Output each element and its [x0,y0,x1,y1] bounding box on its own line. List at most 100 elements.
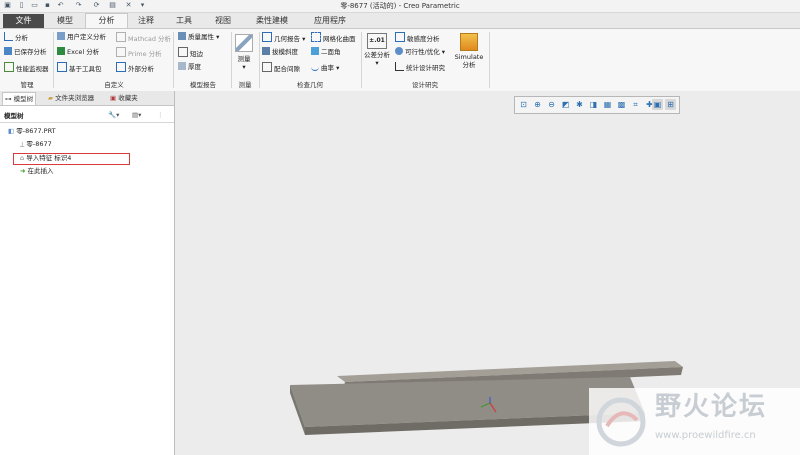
geometry-report-button[interactable]: 几何报告 ▾ [262,32,305,43]
refit-icon[interactable]: ⊡ [518,99,529,110]
tab-model-tree[interactable]: ⊶ 模型树 [2,92,37,105]
tree-item-insert-here[interactable]: ➜ 在此插入 [20,167,54,176]
annotation-display-icon[interactable]: ▣ [652,99,663,110]
thickness-icon [178,62,186,70]
ribbon-tabs: 文件 模型 分析 注释 工具 视图 柔性建模 应用程序 [0,13,800,29]
insert-arrow-icon: ➜ [20,167,28,175]
draft-button[interactable]: 拔模斜度 [262,47,298,58]
performance-monitor-icon [4,62,14,72]
ribbon: 分析 已保存分析 性能监视器 管理 用户定义分析 Excel 分析 基于工具包 … [0,28,800,92]
group-design-study-label: 设计研究 [412,81,438,89]
prime-analysis-button[interactable]: Prime 分析 [116,47,162,58]
group-custom-label: 自定义 [104,81,124,89]
panel-tabs: ⊶ 模型树 ▰ 文件夹浏览器 ▣ 收藏夹 [0,91,174,106]
group-divider [231,32,232,88]
view-toolbar: ⊡ ⊕ ⊖ ◩ ✱ ◨ ▦ ▩ ⌗ ✚ ▣ ⊞ [514,96,680,114]
tab-view[interactable]: 视图 [204,14,242,28]
feasibility-optimization-button[interactable]: 可行性/优化 ▾ [395,47,445,58]
draft-icon [262,47,270,55]
repaint-icon[interactable]: ◩ [560,99,571,110]
saved-analysis-button[interactable]: 已保存分析 [4,47,47,58]
tree-filter-icon[interactable]: ⋮ [157,111,164,120]
group-inspect-geometry-label[interactable]: 检查几何 [260,81,360,90]
tree-item-import-feature[interactable]: ⌂ 导入特征 标识4 [20,154,71,163]
thickness-button[interactable]: 厚度 [178,62,201,73]
saved-orientations-icon[interactable]: ▦ [602,99,613,110]
watermark-title: 野火论坛 [655,392,768,422]
favorites-icon: ▣ [110,94,119,102]
user-defined-analysis-button[interactable]: 用户定义分析 [57,32,106,43]
watermark-logo-icon [596,397,646,447]
tree-settings-icon[interactable]: 🔧▾ [108,111,119,120]
performance-monitor-button[interactable]: 性能监视器 [4,62,49,73]
short-edge-icon [178,47,188,57]
clearance-icon [262,62,272,72]
excel-analysis-button[interactable]: Excel 分析 [57,47,99,58]
tab-model[interactable]: 模型 [47,14,83,28]
curvature-icon [311,62,319,71]
tolerance-analysis-button[interactable]: ±.01 公差分析 ▾ [364,32,390,67]
view-manager-icon[interactable]: ▩ [616,99,627,110]
statistical-design-study-button[interactable]: 统计设计研究 [395,62,445,73]
tab-favorites[interactable]: ▣ 收藏夹 [108,92,140,104]
simulate-analysis-button[interactable]: Simulate 分析 [452,32,486,69]
dihedral-angle-button[interactable]: 二面角 [311,47,341,58]
analysis-icon [4,32,13,41]
external-analysis-button[interactable]: 外部分析 [116,62,154,73]
tab-tools[interactable]: 工具 [166,14,202,28]
simulate-icon [460,33,478,51]
zoom-out-icon[interactable]: ⊖ [546,99,557,110]
tab-applications[interactable]: 应用程序 [302,14,358,28]
tree-show-icon[interactable]: ▤▾ [132,111,141,120]
zoom-in-icon[interactable]: ⊕ [532,99,543,110]
tab-flexible-modeling[interactable]: 柔性建模 [244,14,300,28]
optimization-icon [395,47,403,55]
curvature-button[interactable]: 曲率 ▾ [311,62,339,73]
mathcad-analysis-button[interactable]: Mathcad 分析 [116,32,171,43]
tab-folder-browser[interactable]: ▰ 文件夹浏览器 [46,92,96,104]
external-analysis-icon [116,62,126,72]
mass-properties-button[interactable]: 质量属性 ▾ [178,32,219,43]
header-divider [0,122,174,123]
toolkit-based-button[interactable]: 基于工具包 [57,62,102,73]
model-tree-icon: ⊶ [5,95,14,103]
spin-center-toggle-icon[interactable]: ⊞ [665,99,676,110]
tab-analysis[interactable]: 分析 [85,13,128,29]
tab-file[interactable]: 文件 [3,14,44,28]
perspective-icon[interactable]: ⌗ [630,99,641,110]
prime-icon [116,47,126,57]
title-bar: ▣ ▯ ▭ ▪ ↶ ↷ ⟳ ▤ ✕ ▾ 零-8677 (活动的) - Creo … [0,0,800,13]
measure-button[interactable]: 测量 ▾ [234,32,254,71]
mesh-surface-icon [311,32,321,42]
spin-center-icon[interactable]: ✱ [574,99,585,110]
tree-item-csys[interactable]: ⟂ 零-8677 [20,140,52,149]
group-divider [489,32,490,88]
navigator-panel: ⊶ 模型树 ▰ 文件夹浏览器 ▣ 收藏夹 模型树 🔧▾ ▤▾ ⋮ ◧ 零-867… [0,91,175,455]
mesh-surface-button[interactable]: 网格化曲面 [311,32,356,43]
chevron-down-icon: ▾ [242,63,246,71]
group-manage-label[interactable]: 管理 [2,81,52,90]
part-icon: ◧ [8,127,17,135]
ruler-icon [235,34,253,52]
sensitivity-analysis-button[interactable]: 敏感度分析 [395,32,440,43]
mathcad-icon [116,32,126,42]
statistical-study-icon [395,62,404,71]
watermark: 野火论坛 www.proewildfire.cn [589,388,800,455]
group-model-report-label[interactable]: 模型报告 [176,81,230,90]
chevron-down-icon: ▾ [375,59,379,67]
excel-icon [57,47,65,55]
analysis-button[interactable]: 分析 [4,32,28,43]
tab-annotate[interactable]: 注释 [128,14,164,28]
short-edge-button[interactable]: 短边 [178,47,203,58]
group-divider [361,32,362,88]
user-defined-analysis-icon [57,32,65,40]
dihedral-angle-icon [311,47,319,55]
sensitivity-icon [395,32,405,42]
display-style-icon[interactable]: ◨ [588,99,599,110]
watermark-url: www.proewildfire.cn [655,430,756,441]
toolkit-icon [57,62,67,72]
tree-item-part[interactable]: ◧ 零-8677.PRT [8,127,56,136]
clearance-button[interactable]: 配合间隙 [262,62,300,73]
group-divider [53,32,54,88]
tolerance-icon: ±.01 [367,33,387,49]
